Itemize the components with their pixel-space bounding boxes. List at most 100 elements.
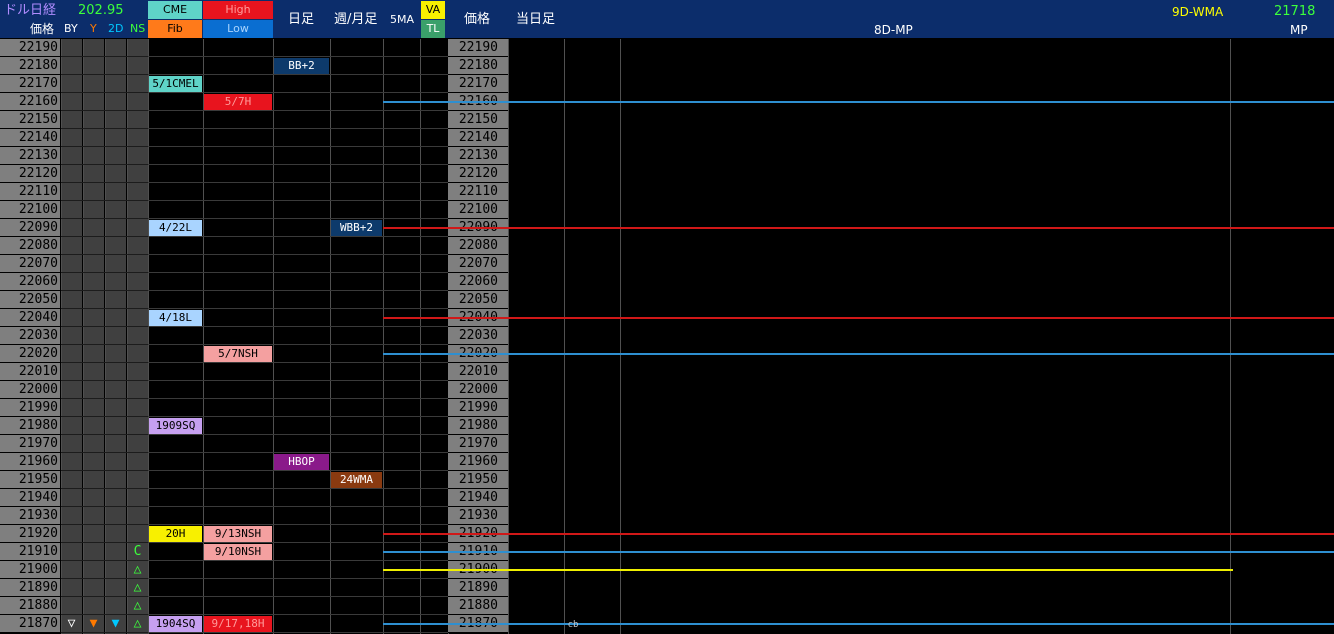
row-divider — [148, 452, 448, 453]
tag-high_9_10: 9/10NSH — [204, 544, 272, 560]
price-cell: 21910 — [0, 543, 60, 561]
price-cell: 22080 — [0, 237, 60, 255]
column-divider — [564, 39, 565, 634]
row-divider — [61, 362, 148, 363]
price-cell-right: 22170 — [448, 75, 508, 93]
price-cell-right: 21890 — [448, 579, 508, 597]
ns-marker: △ — [133, 562, 142, 577]
level-line — [383, 317, 1334, 319]
y-bottom-marker: ▼ — [89, 616, 98, 631]
price-cell-right: 21930 — [448, 507, 508, 525]
tag-high_5_7nsh: 5/7NSH — [204, 346, 272, 362]
price-cell: 22070 — [0, 255, 60, 273]
row-divider — [148, 470, 448, 471]
row-divider — [61, 632, 148, 633]
row-divider — [148, 578, 448, 579]
8d-mp-header: 8D-MP — [874, 23, 913, 37]
row-divider — [61, 92, 148, 93]
ns-marker: △ — [133, 616, 142, 631]
price-cell: 22110 — [0, 183, 60, 201]
row-divider — [61, 542, 148, 543]
price-cell-right: 21950 — [448, 471, 508, 489]
row-divider — [148, 506, 448, 507]
price-cell: 22140 — [0, 129, 60, 147]
price-cell: 22170 — [0, 75, 60, 93]
tag-high_9_17: 9/17,18H — [204, 616, 272, 632]
tag-daily_bb: BB+2 — [274, 58, 329, 74]
row-divider — [61, 344, 148, 345]
y-header: Y — [90, 22, 97, 35]
price-cell: 21950 — [0, 471, 60, 489]
price-cell: 22010 — [0, 363, 60, 381]
row-divider — [148, 128, 448, 129]
price-cell-right: 22180 — [448, 57, 508, 75]
price-cell: 22120 — [0, 165, 60, 183]
row-divider — [61, 290, 148, 291]
tag-cme_1904: 1904SQ — [149, 616, 202, 632]
tl-header: TL — [421, 20, 445, 38]
row-divider — [61, 110, 148, 111]
price-cell-right: 22070 — [448, 255, 508, 273]
row-divider — [61, 128, 148, 129]
price-cell-right: 22010 — [448, 363, 508, 381]
row-divider — [148, 416, 448, 417]
by-bottom-marker: ▽ — [67, 616, 76, 631]
level-line — [383, 623, 1334, 625]
price-cell: 22020 — [0, 345, 60, 363]
daily-header: 日足 — [288, 12, 315, 27]
tag-cme_5_1: 5/1CMEL — [149, 76, 202, 92]
price-cell: 21940 — [0, 489, 60, 507]
price-header-2: 価格 — [464, 12, 491, 27]
row-divider — [148, 290, 448, 291]
price-cell-right: 22120 — [448, 165, 508, 183]
price-cell-right: 21980 — [448, 417, 508, 435]
row-divider — [61, 272, 148, 273]
row-divider — [61, 326, 148, 327]
row-divider — [61, 236, 148, 237]
row-divider — [148, 110, 448, 111]
price-cell-right: 22100 — [448, 201, 508, 219]
row-divider — [148, 398, 448, 399]
price-cell: 22000 — [0, 381, 60, 399]
low-header: Low — [203, 20, 273, 38]
row-divider — [148, 344, 448, 345]
price-cell: 21990 — [0, 399, 60, 417]
row-divider — [61, 308, 148, 309]
price-cell-right: 21990 — [448, 399, 508, 417]
price-cell: 22090 — [0, 219, 60, 237]
5ma-header: 5MA — [390, 13, 415, 26]
row-divider — [148, 74, 448, 75]
price-cell: 21980 — [0, 417, 60, 435]
row-divider — [148, 362, 448, 363]
row-divider — [61, 470, 148, 471]
price-cell: 22190 — [0, 39, 60, 57]
level-line — [383, 533, 1334, 535]
price-cell-right: 21960 — [448, 453, 508, 471]
today-header: 当日足 — [516, 12, 556, 27]
price-cell: 21890 — [0, 579, 60, 597]
row-divider — [61, 434, 148, 435]
row-divider — [61, 146, 148, 147]
tag-high_5_7: 5/7H — [204, 94, 272, 110]
2d-header: 2D — [108, 22, 124, 35]
row-divider — [148, 524, 448, 525]
mp-header: MP — [1290, 23, 1308, 37]
row-divider — [61, 200, 148, 201]
price-cell-right: 22000 — [448, 381, 508, 399]
tag-weekly_24: 24WMA — [331, 472, 382, 488]
row-divider — [61, 182, 148, 183]
row-divider — [148, 146, 448, 147]
price-cell-right: 22130 — [448, 147, 508, 165]
tag-daily_hbop: HBOP — [274, 454, 329, 470]
row-divider — [61, 56, 148, 57]
price-cell-right: 22150 — [448, 111, 508, 129]
price-cell: 22100 — [0, 201, 60, 219]
price-cell: 22180 — [0, 57, 60, 75]
row-divider — [148, 380, 448, 381]
tag-high_9_13: 9/13NSH — [204, 526, 272, 542]
tag-weekly_wbb: WBB+2 — [331, 220, 382, 236]
price-cell: 21900 — [0, 561, 60, 579]
row-divider — [61, 254, 148, 255]
price-cell: 22050 — [0, 291, 60, 309]
row-divider — [148, 92, 448, 93]
